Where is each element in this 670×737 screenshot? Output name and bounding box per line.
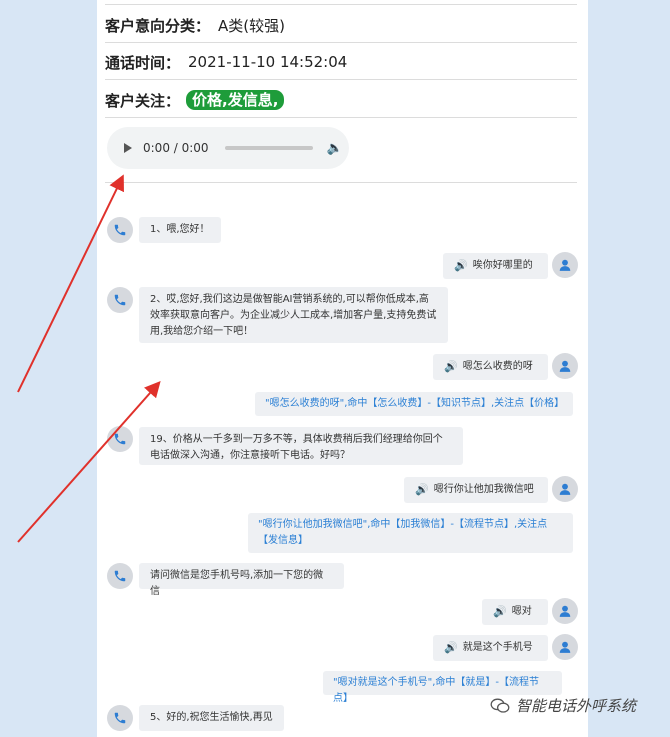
watermark-text: 智能电话外呼系统 [516,697,637,715]
watermark: 智能电话外呼系统 [490,695,636,716]
wechat-icon [490,698,510,713]
annotation-arrows [17,174,161,543]
arrow-to-audio [17,174,124,393]
arrow-to-conversation [17,381,161,543]
